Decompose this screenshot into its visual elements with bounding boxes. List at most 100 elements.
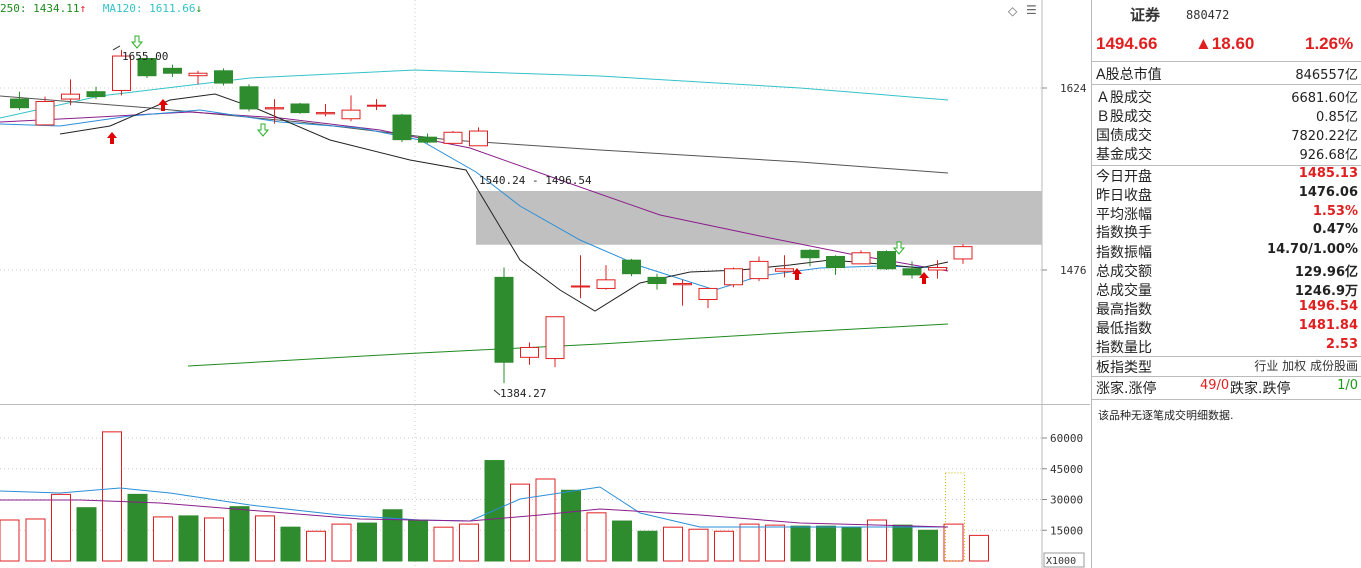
candle-body	[800, 249, 820, 259]
stat-label: 今日开盘	[1096, 169, 1152, 185]
candle-body	[290, 103, 310, 114]
high-annotation: 1655.00	[122, 50, 168, 63]
stat-label: 总成交量	[1096, 283, 1152, 299]
low-annotation: 1384.27	[500, 387, 546, 400]
current-price: 1494.66	[1096, 34, 1158, 53]
divider	[1092, 84, 1361, 85]
candle-body	[520, 346, 539, 358]
volume-bar	[510, 483, 530, 562]
stat-label: Ｂ股成交	[1096, 109, 1152, 125]
candle-body	[163, 67, 182, 74]
volume-bar	[867, 519, 887, 562]
quote-panel: 证券 880472 1494.66 ▲18.60 1.26% A股总市值 8465…	[1091, 0, 1361, 568]
volume-bar	[153, 516, 173, 562]
candle-body	[35, 101, 55, 126]
stat-label: 指数量比	[1096, 340, 1152, 356]
stat-row[interactable]: 板指类型 行业 加权 成份股画	[1096, 357, 1358, 376]
candle-body	[953, 246, 973, 260]
diamond-icon[interactable]: ◇	[1008, 4, 1017, 18]
candle-body	[851, 252, 871, 265]
volume-unit-label: X1000	[1046, 556, 1076, 567]
y-tick-label: 45000	[1050, 463, 1083, 476]
stat-label: 总成交额	[1096, 264, 1152, 280]
panel-code: 880472	[1186, 8, 1230, 22]
ma-legend: 250: 1434.11↑ MA120: 1611.66↓	[0, 2, 212, 15]
volume-bar	[535, 478, 556, 562]
stat-row: 基金成交 926.68亿	[1096, 144, 1358, 163]
volume-bar	[892, 524, 913, 562]
stat-row: 国债成交 7820.22亿	[1096, 125, 1358, 144]
stat-row: 指数换手 0.47%	[1096, 222, 1358, 241]
candle-body	[86, 91, 106, 98]
volume-bar	[663, 526, 683, 562]
candle-body	[392, 114, 412, 141]
volume-bar	[969, 534, 989, 562]
stat-value: 1246.9万	[1294, 284, 1358, 299]
stat-row: 最低指数 1481.84	[1096, 318, 1358, 337]
stat-row: 今日开盘 1485.13	[1096, 166, 1358, 185]
y-tick-label: 1476	[1060, 264, 1087, 277]
volume-bar	[331, 523, 352, 562]
candle-body	[596, 279, 616, 289]
kline-chart-area[interactable]: 1624 1476 1655.00 1540.24 - 1496.54 1384.27 …	[0, 0, 1090, 568]
candle-body	[418, 136, 437, 143]
stat-row: 总成交量 1246.9万	[1096, 280, 1358, 299]
y-tick-label: 1624	[1060, 82, 1087, 95]
candle-body	[239, 86, 259, 110]
ma120-label: MA120: 1611.66↓	[102, 2, 203, 15]
volume-chart[interactable]: 60000 45000 30000 15000 X1000	[0, 405, 1090, 568]
gap-box	[476, 191, 1042, 245]
stat-value: 926.68亿	[1299, 148, 1359, 163]
stat-value: 1476.06	[1298, 185, 1358, 200]
volume-bar	[25, 518, 46, 562]
candle-body	[188, 72, 208, 77]
volume-bar	[306, 530, 326, 562]
y-tick-label: 15000	[1050, 524, 1083, 537]
candle-body	[265, 107, 284, 110]
stat-value: 0.47%	[1312, 222, 1358, 237]
divider	[1092, 61, 1361, 62]
candle-body	[367, 104, 386, 107]
stat-value: 14.70/1.00%	[1267, 242, 1358, 257]
stat-value[interactable]: 行业 加权 成份股画	[1254, 357, 1358, 374]
price-change-pct: 1.26%	[1305, 34, 1354, 53]
candle-body	[214, 70, 233, 84]
volume-bar	[688, 528, 709, 562]
y-tick-label: 30000	[1050, 494, 1083, 507]
menu-icon[interactable]: ☰	[1026, 3, 1037, 17]
detail-note: 该品种无逐笔成交明细数据.	[1098, 409, 1234, 422]
stat-value: 0.85亿	[1316, 110, 1358, 125]
candle-body	[545, 316, 565, 360]
candle-body	[622, 259, 641, 275]
candle-body	[341, 109, 361, 120]
candle-body	[749, 260, 769, 280]
candle-body	[902, 268, 922, 276]
candle-body	[724, 268, 743, 286]
volume-bar	[357, 522, 377, 562]
candle-body	[775, 268, 794, 272]
candle-body	[443, 131, 463, 144]
volume-bar	[433, 526, 454, 562]
candle-body	[877, 251, 896, 270]
stat-label: 指数振幅	[1096, 245, 1152, 261]
stat-row: 指数振幅 14.70/1.00%	[1096, 242, 1358, 261]
candle-body	[61, 93, 80, 100]
panel-title: 证券	[1130, 6, 1161, 24]
volume-bar	[127, 493, 148, 562]
price-chart[interactable]: 1624 1476 1655.00 1540.24 - 1496.54 1384.27	[0, 0, 1090, 405]
stat-label: 昨日收盘	[1096, 188, 1152, 204]
stat-label: Ａ股成交	[1096, 90, 1152, 106]
volume-bar	[816, 525, 836, 562]
volume-bar	[51, 493, 71, 562]
volume-bar	[280, 526, 301, 562]
candle-body	[647, 276, 667, 285]
volume-bar	[790, 525, 811, 562]
up-count-value: 49/0	[1200, 378, 1230, 393]
stat-value: 1.53%	[1312, 204, 1358, 219]
stat-label: 基金成交	[1096, 147, 1152, 163]
ma250-label: 250: 1434.11↑	[0, 2, 87, 15]
candle-body	[698, 287, 718, 301]
volume-bar	[765, 524, 785, 562]
stat-label: 板指类型	[1096, 360, 1152, 376]
volume-bar	[255, 515, 275, 562]
